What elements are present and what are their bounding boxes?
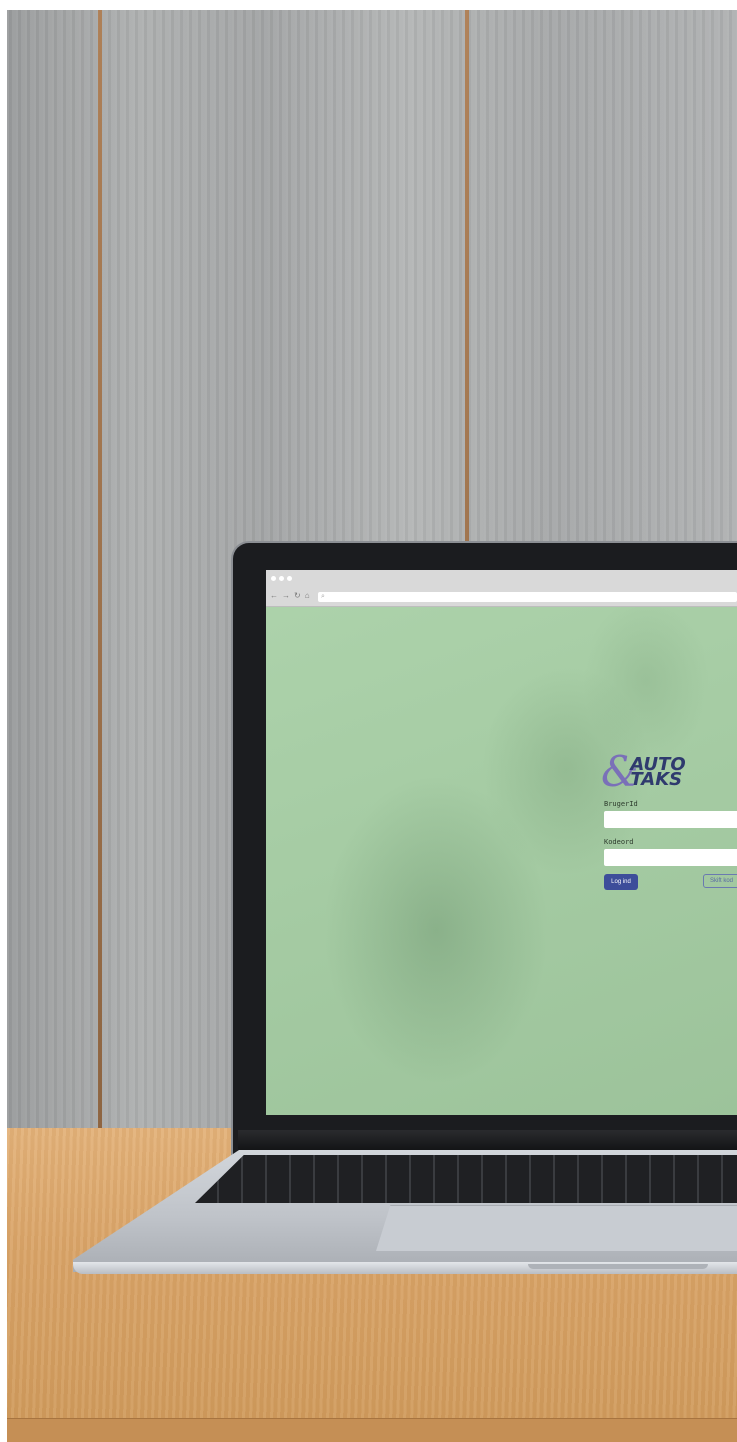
login-button[interactable]: Log ind xyxy=(604,874,638,890)
minimize-dot-icon[interactable] xyxy=(279,576,284,581)
close-dot-icon[interactable] xyxy=(271,576,276,581)
password-label: Kodeord xyxy=(604,838,634,846)
laptop-trackpad xyxy=(376,1205,737,1251)
user-id-input[interactable] xyxy=(604,811,737,828)
autotaks-logo: & AUTO TAKS xyxy=(601,751,686,793)
browser-nav: ← → ↻ ⌂ xyxy=(270,592,310,600)
search-icon: ⌕ xyxy=(321,593,325,600)
reload-icon[interactable]: ↻ xyxy=(294,592,301,600)
home-icon[interactable]: ⌂ xyxy=(305,592,310,600)
change-password-button[interactable]: Skift kod xyxy=(703,874,737,888)
forward-arrow-icon[interactable]: → xyxy=(282,592,290,600)
background-photo-overlay xyxy=(266,570,737,1115)
address-bar[interactable]: ⌕ xyxy=(318,592,737,602)
laptop-lid-notch xyxy=(528,1264,708,1269)
logo-wordmark: AUTO TAKS xyxy=(630,756,685,790)
user-id-label: BrugerId xyxy=(604,800,638,808)
wall-plank-gap xyxy=(98,10,102,1128)
logo-line-2: TAKS xyxy=(630,769,683,790)
window-controls xyxy=(271,576,292,581)
maximize-dot-icon[interactable] xyxy=(287,576,292,581)
back-arrow-icon[interactable]: ← xyxy=(270,592,278,600)
laptop-screen: ← → ↻ ⌂ ⌕ & AUTO TAKS BrugerId Kodeord L… xyxy=(266,570,737,1115)
laptop-hinge xyxy=(238,1130,737,1152)
desk-edge xyxy=(7,1418,737,1442)
browser-toolbar: ← → ↻ ⌂ ⌕ xyxy=(266,570,737,607)
password-input[interactable] xyxy=(604,849,737,866)
laptop-keyboard xyxy=(195,1155,737,1203)
